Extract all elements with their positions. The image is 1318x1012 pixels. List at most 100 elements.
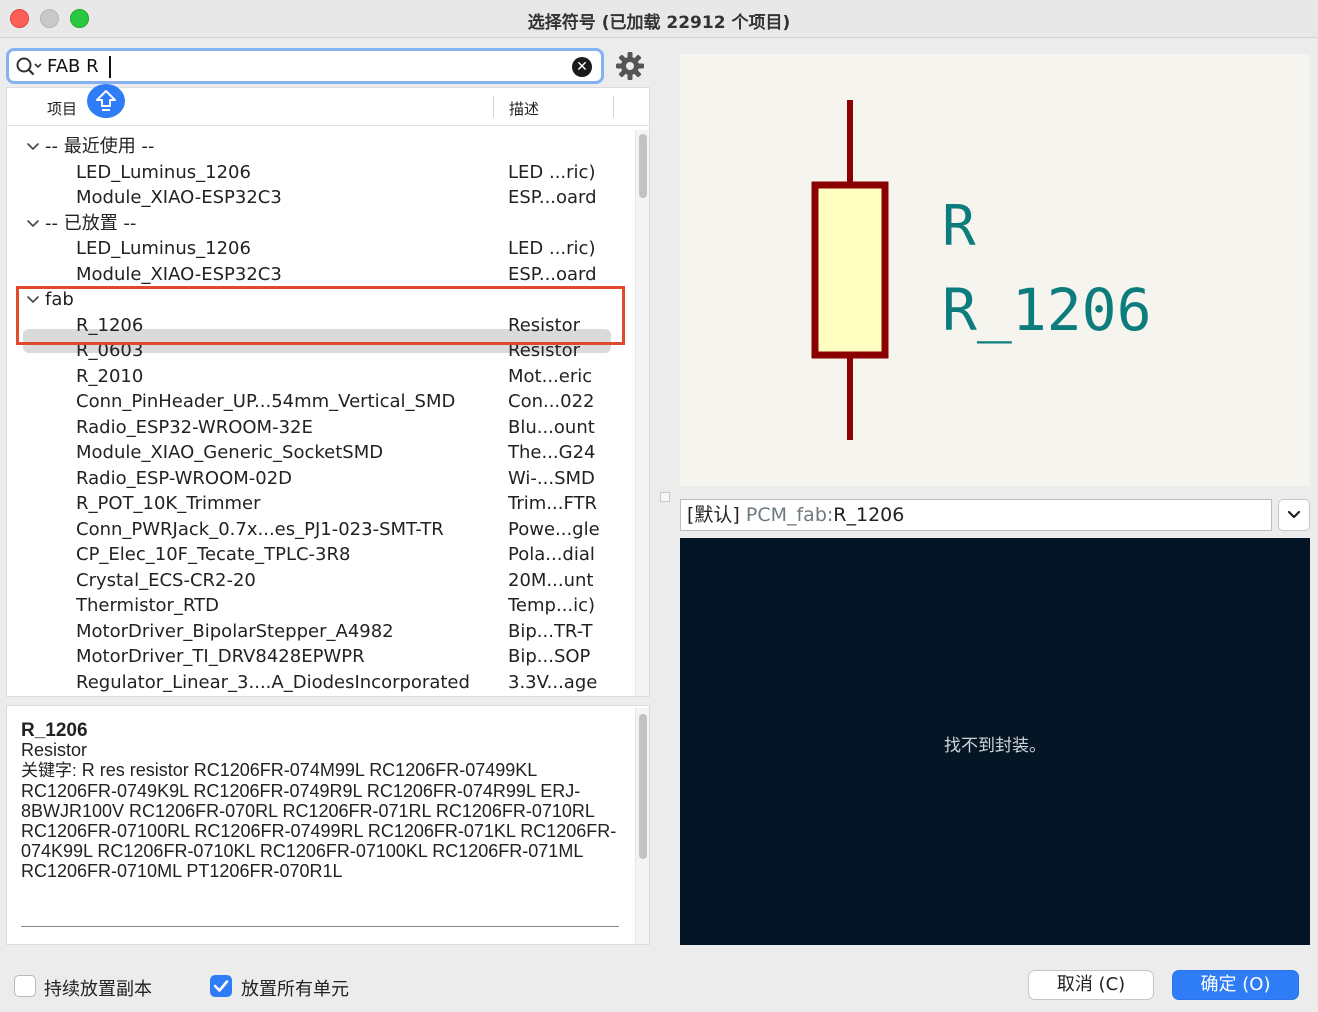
tree-row[interactable]: MotorDriver_BipolarStepper_A4982 Bip...TR…: [7, 619, 629, 644]
row-name: Regulator_Linear_3....A_DiodesIncorporat…: [76, 672, 470, 693]
tree-scrollbar-thumb[interactable]: [639, 134, 647, 198]
tree-row[interactable]: LED_Luminus_1206 LED ...ric): [7, 236, 629, 261]
cancel-button[interactable]: 取消 (C): [1028, 970, 1154, 1000]
tree-row[interactable]: LED_Luminus_1206 LED ...ric): [7, 160, 629, 185]
symbol-preview[interactable]: R R_1206: [680, 54, 1310, 486]
row-description: ESP...oard: [508, 187, 597, 208]
row-description: 3.3V...age: [508, 672, 598, 693]
row-name: R_POT_10K_Trimmer: [76, 493, 261, 514]
search-box[interactable]: ✕: [6, 48, 604, 84]
row-name: LED_Luminus_1206: [76, 162, 251, 183]
details-description: Resistor: [21, 740, 88, 760]
caps-lock-icon: [87, 84, 125, 118]
keep-placing-checkbox[interactable]: [14, 975, 36, 997]
footprint-dropdown-button[interactable]: [1278, 499, 1310, 531]
tree-row[interactable]: Radio_ESP32-WROOM-32E Blu...ount: [7, 415, 629, 440]
footprint-not-found-message: 找不到封装。: [944, 736, 1046, 756]
row-description: Powe...gle: [508, 519, 600, 540]
row-name: MotorDriver_BipolarStepper_A4982: [76, 621, 394, 642]
text-cursor: [109, 56, 111, 78]
footprint-library: PCM_fab:: [745, 504, 834, 526]
row-name: Module_XIAO-ESP32C3: [76, 264, 282, 285]
row-name: -- 最近使用 --: [45, 136, 155, 157]
tree-row[interactable]: R_POT_10K_Trimmer Trim...FTR: [7, 491, 629, 516]
row-description: Pola...dial: [508, 544, 595, 565]
row-name: R_2010: [76, 366, 144, 387]
tree-header: 项目 描述: [7, 84, 649, 126]
tree-group[interactable]: -- 最近使用 --: [7, 134, 629, 159]
tree-row[interactable]: CP_Elec_10F_Tecate_TPLC-3R8 Pola...dial: [7, 542, 629, 567]
row-description: Bip...SOP: [508, 646, 591, 667]
tree-group[interactable]: -- 已放置 --: [7, 211, 629, 236]
row-name: Thermistor_RTD: [76, 595, 219, 616]
footprint-select[interactable]: [默认] PCM_fab:R_1206: [680, 499, 1272, 531]
search-input[interactable]: [47, 54, 567, 78]
tree-row[interactable]: Crystal_ECS-CR2-20 20M...unt: [7, 568, 629, 593]
row-description: LED ...ric): [508, 162, 596, 183]
row-name: MotorDriver_TI_DRV8428EPWPR: [76, 646, 365, 667]
tree-row[interactable]: Module_XIAO-ESP32C3 ESP...oard: [7, 185, 629, 210]
title-bar: 选择符号 (已加载 22912 个项目): [0, 0, 1318, 38]
tree-row[interactable]: Module_XIAO_Generic_SocketSMD The...G24: [7, 440, 629, 465]
row-description: ESP...oard: [508, 264, 597, 285]
details-scrollbar[interactable]: [635, 708, 649, 944]
row-description: Wi-...SMD: [508, 468, 595, 489]
symbol-value: R_1206: [942, 276, 1152, 344]
place-all-units-label[interactable]: 放置所有单元: [241, 975, 349, 1001]
row-name: CP_Elec_10F_Tecate_TPLC-3R8: [76, 544, 351, 565]
tree-row[interactable]: Radio_ESP-WROOM-02D Wi-...SMD: [7, 466, 629, 491]
footprint-preview[interactable]: 找不到封装。: [680, 538, 1310, 945]
row-name: Module_XIAO-ESP32C3: [76, 187, 282, 208]
row-name: Module_XIAO_Generic_SocketSMD: [76, 442, 384, 463]
row-description: The...G24: [508, 442, 596, 463]
row-description: Trim...FTR: [508, 493, 597, 514]
search-icon[interactable]: [15, 56, 43, 78]
resistor-symbol: [811, 100, 889, 440]
annotation-highlight-box: [16, 286, 625, 345]
tree-row[interactable]: Module_XIAO-ESP32C3 ESP...oard: [7, 262, 629, 287]
place-all-units-checkbox[interactable]: [210, 975, 232, 997]
keywords-label: 关键字:: [21, 761, 77, 780]
footprint-name: R_1206: [833, 504, 905, 526]
row-description: Mot...eric: [508, 366, 593, 387]
details-name: R_1206: [21, 720, 88, 741]
window-title: 选择符号 (已加载 22912 个项目): [527, 13, 791, 33]
symbol-tree[interactable]: 项目 描述 -- 最近使用 -- LED_Luminus_1206 LED ...r…: [6, 84, 650, 697]
row-description: 20M...unt: [508, 570, 594, 591]
row-name: Conn_PinHeader_UP...54mm_Vertical_SMD: [76, 391, 456, 412]
tree-row[interactable]: Thermistor_RTD Temp...ic): [7, 593, 629, 618]
chevron-down-icon: [1287, 510, 1301, 519]
column-header-item[interactable]: 项目: [47, 98, 77, 119]
keep-placing-label[interactable]: 持续放置副本: [44, 975, 152, 1001]
row-name: Conn_PWRJack_0.7x...es_PJ1-023-SMT-TR: [76, 519, 444, 540]
row-name: Radio_ESP-WROOM-02D: [76, 468, 293, 489]
tree-row[interactable]: Regulator_Linear_3....A_DiodesIncorporat…: [7, 670, 629, 695]
details-scrollbar-thumb[interactable]: [639, 714, 647, 859]
keywords-text: R res resistor RC1206FR-074M99L RC1206FR…: [21, 760, 617, 881]
details-divider: [21, 926, 619, 927]
checkmark-icon: [213, 980, 229, 992]
details-keywords: 关键字: R res resistor RC1206FR-074M99L RC1…: [21, 760, 621, 881]
row-name: -- 已放置 --: [45, 213, 137, 234]
tree-row[interactable]: Conn_PinHeader_UP...54mm_Vertical_SMD Con…: [7, 389, 629, 414]
footprint-default-tag: [默认]: [687, 504, 740, 526]
tree-scrollbar[interactable]: [635, 130, 649, 696]
tree-row[interactable]: R_2010 Mot...eric: [7, 364, 629, 389]
row-description: LED ...ric): [508, 238, 596, 259]
column-divider[interactable]: [613, 96, 614, 118]
row-description: Bip...TR-T: [508, 621, 593, 642]
symbol-details: R_1206 Resistor 关键字: R res resistor RC12…: [6, 705, 650, 945]
tree-row[interactable]: Conn_PWRJack_0.7x...es_PJ1-023-SMT-TR Pow…: [7, 517, 629, 542]
ok-button[interactable]: 确定 (O): [1172, 970, 1299, 1000]
gear-icon[interactable]: [614, 50, 646, 82]
column-header-description[interactable]: 描述: [509, 98, 539, 119]
column-divider[interactable]: [493, 96, 494, 118]
tree-row[interactable]: MotorDriver_TI_DRV8428EPWPR Bip...SOP: [7, 644, 629, 669]
row-name: Radio_ESP32-WROOM-32E: [76, 417, 313, 438]
row-name: Crystal_ECS-CR2-20: [76, 570, 256, 591]
row-description: Blu...ount: [508, 417, 595, 438]
clear-search-icon[interactable]: ✕: [572, 57, 592, 77]
row-description: Con...022: [508, 391, 595, 412]
splitter-handle[interactable]: [660, 492, 670, 502]
symbol-reference: R: [942, 194, 976, 259]
